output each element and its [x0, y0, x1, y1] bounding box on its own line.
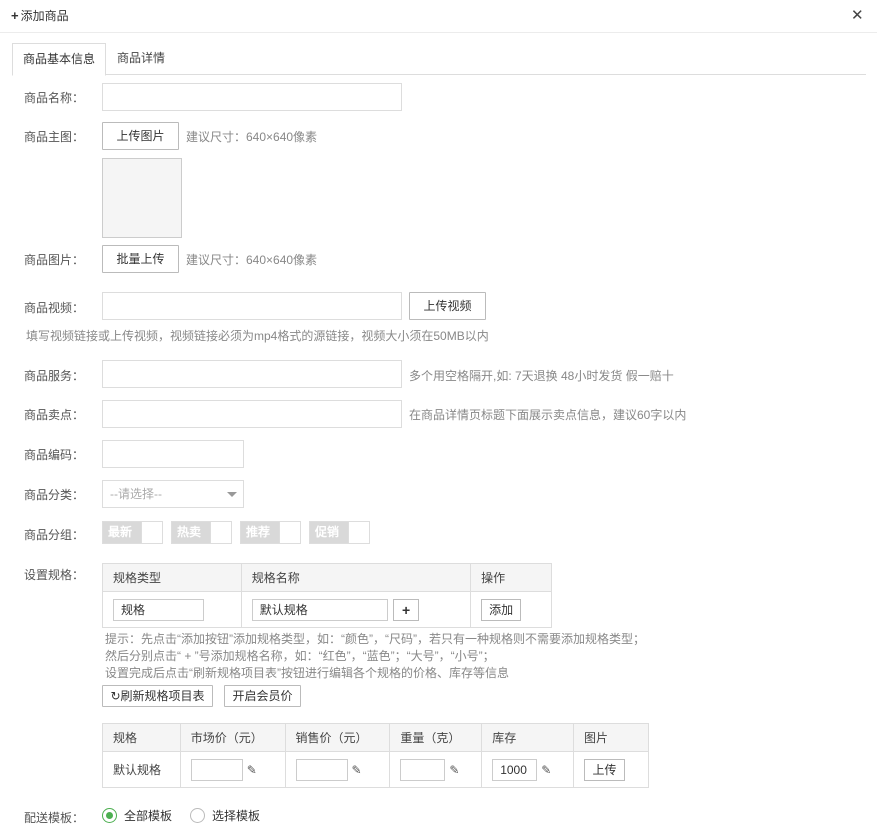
- group-label: 商品分组：: [24, 528, 85, 542]
- spec-header-type: 规格类型: [102, 563, 242, 592]
- refresh-icon: ↻: [110, 689, 121, 703]
- toggle-recommend-label: 推荐: [241, 522, 279, 543]
- plus-icon: +: [11, 8, 19, 23]
- spec-note-line: 然后分别点击“ + ”号添加规格名称，如：“红色”，“蓝色”；“大号”，“小号”…: [105, 649, 495, 663]
- images-label: 商品图片：: [24, 253, 85, 267]
- upload-video-button[interactable]: 上传视频: [409, 292, 486, 320]
- category-label: 商品分类：: [24, 488, 85, 502]
- toggle-hot-label: 热卖: [172, 522, 210, 543]
- video-label: 商品视频：: [24, 301, 85, 315]
- spec-header-name: 规格名称: [240, 563, 472, 592]
- table-row: 默认规格 ✎ ✎ ✎ 1000 ✎ 上传: [102, 751, 649, 788]
- market-price-input[interactable]: [190, 758, 243, 781]
- sku-header-sale-price: 销售价（元）: [284, 723, 391, 752]
- tab-basic-info[interactable]: 商品基本信息: [12, 43, 107, 76]
- spec-table: 规格类型 规格名称 操作 规格 默认规格 + 添加: [102, 563, 552, 628]
- shipping-label: 配送模板：: [24, 811, 85, 825]
- toggle-recommend[interactable]: 推荐: [240, 521, 301, 544]
- toggle-knob: [210, 522, 231, 543]
- sale-price-input[interactable]: [295, 758, 348, 781]
- dialog-title-text: 添加商品: [20, 9, 69, 23]
- code-label: 商品编码：: [24, 448, 85, 462]
- upload-image-button[interactable]: 上传图片: [102, 122, 179, 150]
- dialog-header: + 添加商品 ✕: [0, 0, 877, 33]
- main-image-label: 商品主图：: [24, 130, 85, 144]
- radio-all-templates[interactable]: [102, 808, 117, 823]
- toggle-knob: [348, 522, 369, 543]
- service-hint: 多个用空格隔开,如: 7天退换 48小时发货 假一赔十: [409, 369, 674, 383]
- spec-notes: 提示：先点击“添加按钮”添加规格类型，如：“颜色”，“尺码”，若只有一种规格则不…: [105, 631, 645, 682]
- selling-point-input[interactable]: [102, 400, 402, 428]
- weight-input[interactable]: [400, 758, 446, 781]
- sku-market-price-cell: ✎: [179, 751, 286, 788]
- spec-note-line: 设置完成后点击“刷新规格项目表”按钮进行编辑各个规格的价格、库存等信息: [105, 666, 509, 680]
- spec-type-input[interactable]: 规格: [113, 598, 204, 621]
- selling-point-label: 商品卖点：: [24, 408, 85, 422]
- selling-point-hint: 在商品详情页标题下面展示卖点信息，建议60字以内: [409, 408, 687, 422]
- video-hint: 填写视频链接或上传视频，视频链接必须为mp4格式的源链接，视频大小须在50MB以…: [26, 329, 489, 343]
- spec-name-cell: 默认规格 +: [240, 591, 472, 628]
- edit-icon[interactable]: ✎: [352, 763, 362, 777]
- sku-weight-cell: ✎: [389, 751, 483, 788]
- dialog-title: + 添加商品: [11, 7, 69, 24]
- toggle-knob: [279, 522, 300, 543]
- sku-spec-cell: 默认规格: [102, 751, 181, 788]
- name-label: 商品名称：: [24, 91, 85, 105]
- spec-type-cell: 规格: [102, 591, 242, 628]
- category-placeholder: --请选择--: [110, 487, 162, 501]
- code-input[interactable]: [102, 440, 244, 468]
- toggle-newest[interactable]: 最新: [102, 521, 163, 544]
- main-image-hint: 建议尺寸：640×640像素: [186, 130, 318, 144]
- images-hint: 建议尺寸：640×640像素: [186, 253, 318, 267]
- toggle-promotion[interactable]: 促销: [309, 521, 370, 544]
- tab-bar: 商品基本信息 商品详情: [12, 43, 866, 76]
- tab-details[interactable]: 商品详情: [107, 43, 175, 75]
- refresh-spec-label: 刷新规格项目表: [120, 689, 205, 703]
- sku-header-image: 图片: [573, 723, 649, 752]
- edit-icon[interactable]: ✎: [449, 763, 459, 777]
- edit-icon[interactable]: ✎: [247, 763, 257, 777]
- sku-header-stock: 库存: [481, 723, 575, 752]
- edit-icon[interactable]: ✎: [541, 763, 551, 777]
- toggle-newest-label: 最新: [103, 522, 141, 543]
- spec-label: 设置规格：: [24, 568, 85, 582]
- batch-upload-button[interactable]: 批量上传: [102, 245, 179, 273]
- refresh-spec-table-button[interactable]: ↻刷新规格项目表: [102, 685, 213, 707]
- add-spec-button[interactable]: 添加: [481, 598, 522, 621]
- member-price-button[interactable]: 开启会员价: [224, 685, 301, 707]
- service-input[interactable]: [102, 360, 402, 388]
- stock-input[interactable]: 1000: [492, 758, 538, 781]
- category-select[interactable]: --请选择--: [102, 480, 244, 508]
- close-icon[interactable]: ✕: [851, 8, 864, 24]
- radio-select-template-label: 选择模板: [212, 809, 261, 823]
- add-spec-name-button[interactable]: +: [393, 598, 420, 621]
- main-image-preview[interactable]: [102, 158, 182, 238]
- table-row: 规格 默认规格 + 添加: [102, 591, 552, 628]
- upload-sku-image-button[interactable]: 上传: [584, 758, 626, 781]
- toggle-promotion-label: 促销: [310, 522, 348, 543]
- spec-name-input[interactable]: 默认规格: [251, 598, 388, 621]
- service-label: 商品服务：: [24, 369, 85, 383]
- name-input[interactable]: [102, 83, 402, 111]
- sku-stock-cell: 1000 ✎: [481, 751, 575, 788]
- video-url-input[interactable]: [102, 292, 402, 320]
- toggle-hot[interactable]: 热卖: [171, 521, 232, 544]
- sku-header-weight: 重量（克）: [389, 723, 483, 752]
- sku-image-cell: 上传: [573, 751, 649, 788]
- spec-header-action: 操作: [470, 563, 552, 592]
- spec-note-line: 提示：先点击“添加按钮”添加规格类型，如：“颜色”，“尺码”，若只有一种规格则不…: [105, 632, 645, 646]
- spec-action-cell: 添加: [470, 591, 552, 628]
- sku-header-market-price: 市场价（元）: [179, 723, 286, 752]
- radio-all-templates-label: 全部模板: [124, 809, 173, 823]
- radio-select-template[interactable]: [190, 808, 205, 823]
- chevron-down-icon: [227, 492, 237, 497]
- toggle-knob: [141, 522, 162, 543]
- sku-table: 规格 市场价（元） 销售价（元） 重量（克） 库存 图片 默认规格 ✎ ✎ ✎ …: [102, 723, 649, 788]
- sku-sale-price-cell: ✎: [284, 751, 391, 788]
- sku-header-spec: 规格: [102, 723, 181, 752]
